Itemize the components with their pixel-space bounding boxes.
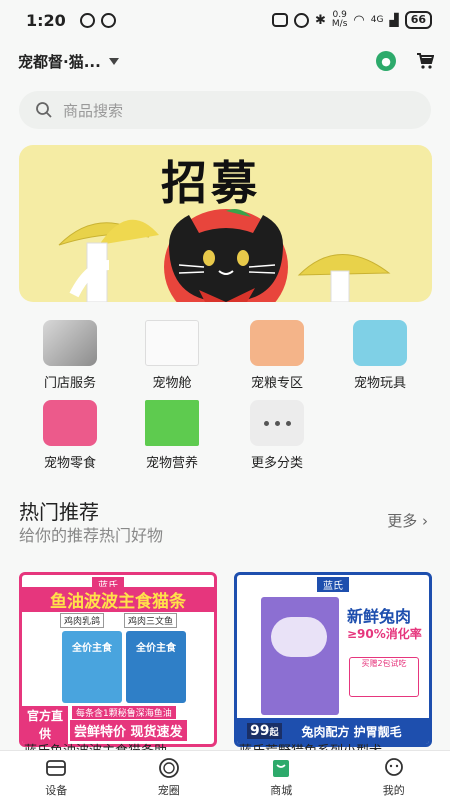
search-input[interactable]: 商品搜索: [19, 91, 431, 129]
tab-profile[interactable]: 我的: [338, 751, 450, 800]
category-item[interactable]: 宠物玩具: [340, 320, 420, 391]
status-bar: 1:20 ✱ 0.9 M/s ◠ 4G ▟ 66: [0, 0, 450, 40]
more-label: 更多: [387, 512, 418, 530]
price-tag: 99起: [247, 723, 282, 739]
wifi-icon: ◠: [353, 12, 365, 28]
product-mid-text: 每条含1颗秘鲁深海鱼油: [72, 706, 176, 719]
product-pack-label: 全价主食: [72, 643, 112, 654]
status-right-icons: ✱ 0.9 M/s ◠ 4G ▟ 66: [272, 11, 432, 29]
category-label: 门店服务: [43, 376, 96, 391]
product-promo: 尝鲜特价 现货速发: [70, 720, 187, 741]
category-item[interactable]: 宠物舱: [132, 320, 212, 391]
category-label: 宠物零食: [43, 456, 96, 471]
category-label: 宠物舱: [152, 376, 192, 391]
product-sample: 买赠2包试吃: [349, 657, 419, 697]
search-placeholder: 商品搜索: [63, 101, 124, 120]
product-promo: 兔肉配方 护胃靓毛: [301, 724, 402, 739]
store-name[interactable]: 宠都督·猫...: [18, 51, 101, 72]
nutrition-bottle-icon: [145, 400, 199, 446]
product-subtag: 鸡肉乳鸽: [60, 613, 105, 628]
product-pack: 全价主食: [62, 631, 122, 703]
category-label: 宠物玩具: [353, 376, 406, 391]
category-label: 更多分类: [250, 456, 303, 471]
chevron-down-icon[interactable]: [108, 57, 119, 65]
circle-icon: [158, 758, 179, 778]
net-speed: 0.9 M/s: [332, 11, 348, 29]
tab-label: 宠圈: [157, 784, 180, 797]
tab-label: 我的: [382, 784, 405, 797]
signal-icon: ▟: [389, 13, 399, 27]
banner-illustration: [58, 209, 391, 302]
price-value: 99: [250, 723, 270, 739]
product-sample-label: 买赠2包试吃: [361, 659, 407, 668]
product-rate: ≥90%消化率: [347, 627, 422, 641]
category-item[interactable]: 宠物营养: [132, 400, 212, 471]
category-item[interactable]: 门店服务: [30, 320, 110, 391]
product-headline: 新鲜兔肉: [347, 607, 412, 626]
product-banner-text: 鱼油波波主食猫条: [22, 587, 214, 612]
search-icon: [36, 102, 52, 118]
product-card[interactable]: 蓝氏 鱼油波波主食猫条 鸡肉乳鸽 鸡肉三文鱼 全价主食 全价主食 每条含1颗秘鲁…: [19, 572, 217, 747]
product-brand-tag: 蓝氏: [317, 577, 349, 592]
alarm-icon: [294, 12, 309, 28]
net-speed-unit: M/s: [331, 19, 348, 29]
profile-icon: [384, 758, 403, 776]
category-item[interactable]: 更多分类: [237, 400, 317, 471]
signal-label: 4G: [370, 15, 384, 25]
product-card[interactable]: 蓝氏 新鲜兔肉 ≥90%消化率 买赠2包试吃 99起 兔肉配方 护胃靓毛: [234, 572, 432, 747]
category-label: 宠粮专区: [250, 376, 303, 391]
paw-icon[interactable]: ●: [376, 51, 396, 71]
tab-label: 商城: [270, 784, 293, 797]
screen: 1:20 ✱ 0.9 M/s ◠ 4G ▟ 66 宠都督·猫... ● 商品搜索…: [0, 0, 450, 800]
device-icon: [46, 760, 67, 776]
store-header: 宠都督·猫... ●: [0, 46, 450, 76]
hot-title: 热门推荐: [19, 500, 99, 524]
category-label: 宠物营养: [145, 456, 198, 471]
notification-icon: [79, 12, 95, 28]
chevron-right-icon: ›: [422, 512, 428, 530]
hot-subtitle: 给你的推荐热门好物: [19, 526, 164, 545]
tab-circle[interactable]: 宠圈: [113, 751, 226, 800]
status-time: 1:20: [26, 10, 66, 30]
toy-bowl-icon: [353, 320, 407, 366]
tab-shop[interactable]: 商城: [225, 751, 338, 800]
shop-bag-icon: [273, 760, 290, 777]
tab-device[interactable]: 设备: [0, 751, 113, 800]
product-pack: [261, 597, 339, 715]
more-dots-icon: [250, 400, 304, 446]
product-badge: 官方直供: [22, 706, 68, 744]
battery-icon: 66: [404, 11, 432, 29]
product-pack-2: 全价主食: [126, 631, 186, 703]
category-item[interactable]: 宠粮专区: [237, 320, 317, 391]
product-subtag-2: 鸡肉三文鱼: [124, 613, 178, 628]
product-pack-label-2: 全价主食: [136, 643, 176, 654]
status-left-icons: [79, 12, 116, 28]
rabbit-icon: [271, 617, 327, 657]
food-bowl-icon: [250, 320, 304, 366]
snack-pack-icon: [43, 400, 97, 446]
price-suffix: 起: [269, 728, 279, 738]
eye-icon: [100, 12, 116, 28]
bottom-tabbar: 设备 宠圈 商城 我的: [0, 750, 450, 800]
nfc-icon: [272, 13, 288, 27]
cat-photo-icon: [43, 320, 97, 366]
category-item[interactable]: 宠物零食: [30, 400, 110, 471]
bluetooth-icon: ✱: [315, 12, 326, 28]
promo-banner[interactable]: 招募: [19, 145, 432, 302]
cart-icon[interactable]: [416, 52, 435, 70]
tab-label: 设备: [45, 784, 68, 797]
more-link[interactable]: 更多 ›: [387, 510, 428, 531]
pet-cabin-icon: [145, 320, 199, 366]
